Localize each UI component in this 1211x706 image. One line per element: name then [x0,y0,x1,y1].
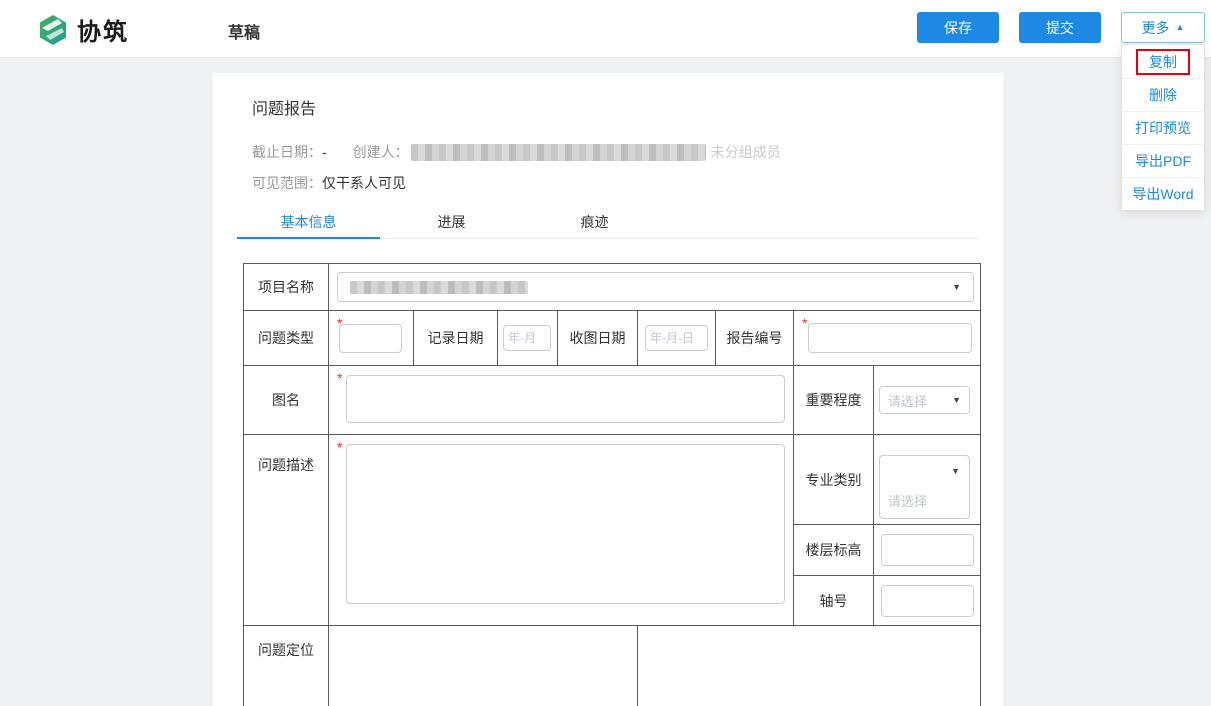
document-status-title: 草稿 [228,19,260,43]
more-menu: 复制 删除 打印预览 导出PDF 导出Word [1121,44,1205,211]
location-cell-right[interactable] [638,626,981,706]
specialty-select[interactable]: ▼ 请选择 [879,455,970,519]
floor-row: 楼层标高 [794,524,981,575]
redacted-creator-name [411,144,706,161]
record-date-label: 记录日期 [414,311,498,365]
creator-group: 未分组成员 [711,142,781,162]
copy-highlight-box: 复制 [1136,49,1190,75]
receive-date-input[interactable] [645,325,708,351]
app-logo: 协筑 [38,12,129,47]
menu-item-export-word[interactable]: 导出Word [1122,177,1204,210]
chevron-up-icon: ▲ [1176,23,1185,32]
menu-item-delete[interactable]: 删除 [1122,78,1204,111]
row-description: 问题描述 * 专业类别 ▼ 请选择 [244,435,980,626]
record-date-field-cell [498,311,558,365]
more-button-label: 更多 [1142,18,1170,38]
location-label: 问题定位 [244,626,329,706]
receive-date-label: 收图日期 [558,311,638,365]
submit-button[interactable]: 提交 [1019,12,1101,43]
drawing-name-textarea[interactable] [346,375,785,423]
report-card: 问题报告 截止日期： - 创建人： 未分组成员 可见范围： 仅干系人可见 基本信… [213,73,1003,706]
description-field-cell: * [329,435,794,625]
row-issue-meta: 问题类型 * 记录日期 收图日期 报告编号 * [244,311,980,366]
creator-label: 创建人： [353,142,409,162]
required-mark: * [802,316,807,330]
importance-field-cell: 请选择 ▼ [874,366,981,434]
meta-row-1: 截止日期： - 创建人： 未分组成员 [252,142,781,162]
deadline-label: 截止日期： [252,142,322,162]
deadline-value: - [322,144,327,160]
axis-field-cell [874,576,981,625]
menu-item-print-preview[interactable]: 打印预览 [1122,111,1204,144]
right-subcolumn: 专业类别 ▼ 请选择 楼层标高 [794,435,981,625]
save-button[interactable]: 保存 [917,12,999,43]
report-no-input[interactable] [808,323,972,353]
importance-placeholder: 请选择 [888,391,927,410]
row-project-name: 项目名称 ▼ [244,264,980,311]
required-mark: * [337,371,342,385]
chevron-down-icon: ▼ [951,467,960,476]
issue-type-label: 问题类型 [244,311,329,365]
app-logo-text: 协筑 [77,12,129,47]
tab-bar: 基本信息 进展 痕迹 [237,209,978,239]
receive-date-field-cell [638,311,716,365]
redacted-project-name [350,281,528,294]
axis-input[interactable] [881,585,974,617]
chevron-down-icon: ▼ [952,283,961,292]
importance-select[interactable]: 请选择 ▼ [879,386,970,414]
floor-input[interactable] [881,534,974,566]
drawing-name-label: 图名 [244,366,329,434]
tab-basic-info[interactable]: 基本信息 [237,209,380,239]
report-no-field-cell: * [794,311,981,365]
specialty-field-cell: ▼ 请选择 [874,435,981,524]
visibility-label: 可见范围： [252,173,322,193]
issue-type-field-cell: * [329,311,414,365]
more-button[interactable]: 更多 ▲ [1121,12,1205,43]
description-label: 问题描述 [244,435,329,625]
specialty-row: 专业类别 ▼ 请选择 [794,435,981,524]
app-window: 协筑 草稿 保存 提交 更多 ▲ 复制 删除 打印预览 导出PDF 导出Word… [0,0,1211,706]
issue-type-input[interactable] [339,324,402,353]
page-title: 问题报告 [252,95,316,119]
visibility-value: 仅干系人可见 [322,173,406,193]
menu-item-copy[interactable]: 复制 [1122,45,1204,78]
menu-item-export-pdf[interactable]: 导出PDF [1122,144,1204,177]
specialty-placeholder: 请选择 [888,491,927,510]
required-mark: * [337,440,342,454]
row-location: 问题定位 [244,626,980,706]
report-no-label: 报告编号 [716,311,794,365]
chevron-down-icon: ▼ [952,396,961,405]
project-name-select[interactable]: ▼ [337,272,974,302]
tab-progress[interactable]: 进展 [380,209,523,239]
floor-field-cell [874,525,981,575]
drawing-name-field-cell: * [329,366,794,434]
top-bar: 协筑 草稿 保存 提交 更多 ▲ [0,0,1211,58]
issue-report-form: 项目名称 ▼ 问题类型 * 记录日期 收图 [243,263,981,706]
record-date-input[interactable] [503,325,551,351]
axis-label: 轴号 [794,576,874,625]
importance-label: 重要程度 [794,366,874,434]
app-logo-icon [38,14,68,46]
row-drawing-name: 图名 * 重要程度 请选择 ▼ [244,366,980,435]
project-name-field-cell: ▼ [329,264,981,310]
description-textarea[interactable] [346,444,785,604]
axis-row: 轴号 [794,575,981,625]
meta-row-2: 可见范围： 仅干系人可见 [252,173,406,193]
location-cell-left[interactable] [329,626,638,706]
tab-trace[interactable]: 痕迹 [523,209,666,239]
specialty-label: 专业类别 [794,435,874,524]
floor-label: 楼层标高 [794,525,874,575]
project-name-label: 项目名称 [244,264,329,310]
